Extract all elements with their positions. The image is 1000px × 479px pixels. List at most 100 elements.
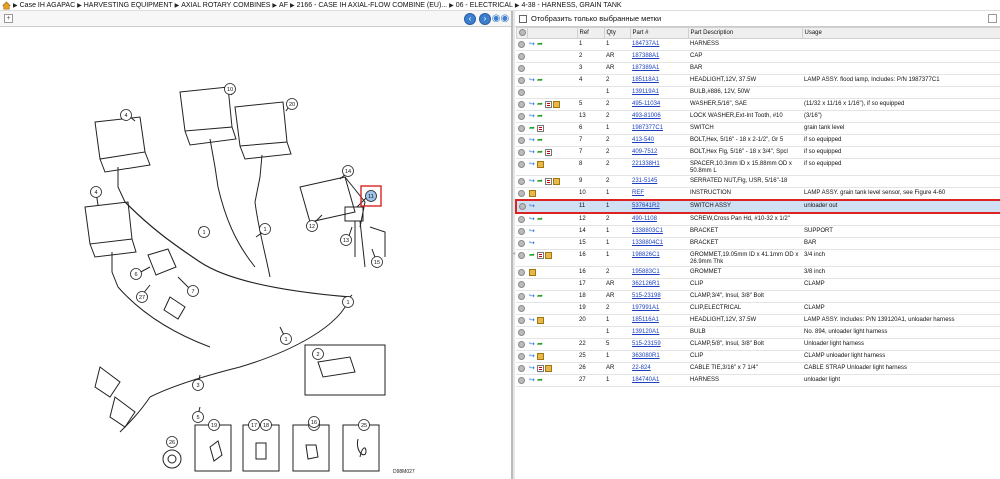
package-icon[interactable] [553,101,560,108]
callout-label[interactable]: 1 [202,230,205,236]
col-desc[interactable]: Part Description [687,27,803,39]
callout-label[interactable]: 10 [227,87,233,93]
info-arrow-icon[interactable]: ↪ [529,365,536,372]
table-row[interactable]: ↪ 20 1 185116A1 HEADLIGHT,12V, 37.5W LAMP ASS… [516,314,1000,327]
row-select-icon[interactable] [518,252,525,259]
part-number-link[interactable]: 413-540 [632,137,654,143]
part-number-link[interactable]: 409-7512 [632,149,657,155]
info-arrow-icon[interactable]: ↪ [529,137,536,144]
part-number-link[interactable]: 363080R1 [632,353,660,359]
document-icon[interactable] [537,252,544,259]
row-select-icon[interactable] [518,353,525,360]
exploded-diagram[interactable]: 1020441411121315762711113521917182225261… [0,27,512,479]
breadcrumb-item[interactable]: ▶ HARVESTING EQUIPMENT [77,2,173,9]
table-row[interactable]: ↪ ➦ 9 2 231-5145 SERRATED NUT,Flg, USR, 5/16"… [516,175,1000,188]
callout-label[interactable]: 15 [374,260,380,266]
part-number-link[interactable]: 139119A1 [632,89,659,95]
package-icon[interactable] [545,252,552,259]
package-icon[interactable] [553,178,560,185]
info-arrow-icon[interactable]: ↪ [529,317,536,324]
table-row[interactable]: ➦ 16 1 198826C1 GROMMET,19.05mm ID x 41.1mm … [516,249,1000,267]
part-number-link[interactable]: REF [632,190,644,196]
previous-button[interactable]: ‹ [464,12,476,25]
callout-label[interactable]: 16 [311,420,317,426]
part-number-link[interactable]: 1987377C1 [632,125,663,131]
table-row[interactable]: 2 AR 187388A1 CAP [516,50,1000,63]
row-select-icon[interactable] [518,377,525,384]
document-icon[interactable] [545,101,552,108]
breadcrumb-item[interactable]: ▶ AF [272,2,288,9]
part-number-link[interactable]: 22-824 [632,365,651,371]
table-row[interactable]: 3 AR 187389A1 BAR [516,62,1000,75]
substitute-arrow-icon[interactable]: ➦ [537,113,544,120]
table-row[interactable]: 1 139119A1 BULB,#886, 12V, 50W [516,86,1000,99]
callout-label[interactable]: 4 [94,190,97,196]
row-select-icon[interactable] [518,178,525,185]
callout-label[interactable]: 2 [316,352,319,358]
table-row[interactable]: ↪ ➦ 5 2 495-11034 WASHER,5/16", SAE (11/32 x 1… [516,98,1000,111]
part-number-link[interactable]: 184737A1 [632,41,659,47]
home-icon[interactable] [2,1,11,10]
col-usage[interactable]: Usage [801,27,1000,39]
substitute-arrow-icon[interactable]: ➦ [537,77,544,84]
table-row[interactable]: ↪ 26 AR 22-824 CABLE TIE,3/16" x 7 1/4" CABLE… [516,362,1000,375]
select-all-header[interactable] [515,27,528,39]
table-row[interactable]: ↪ 25 1 363080R1 CLIP CLAMP unloader light har… [516,350,1000,363]
document-icon[interactable] [545,149,552,156]
part-number-link[interactable]: 515-23159 [632,341,661,347]
row-select-icon[interactable] [518,41,525,48]
package-icon[interactable] [545,365,552,372]
part-number-link[interactable]: 197991A1 [632,305,659,311]
callout-label[interactable]: 19 [211,423,217,429]
table-row[interactable]: 10 1 REF INSTRUCTION LAMP ASSY. grain tank l… [516,187,1000,201]
col-ref[interactable]: Ref [576,27,605,39]
info-arrow-icon[interactable]: ↪ [529,293,536,300]
document-icon[interactable] [545,178,552,185]
callout-label[interactable]: 1 [346,300,349,306]
info-arrow-icon[interactable]: ↪ [529,178,536,185]
callout-label[interactable]: 14 [345,169,351,175]
info-arrow-icon[interactable]: ↪ [529,41,536,48]
callout-label[interactable]: 18 [263,423,269,429]
table-row[interactable]: ↪ ➦ 1 1 184737A1 HARNESS [516,38,1000,51]
package-icon[interactable] [529,190,536,197]
table-row[interactable]: ↪ ➦ 7 2 413-540 BOLT,Hex, 5/16" - 18 x 2-1/2"… [516,134,1000,147]
row-select-icon[interactable] [518,65,525,72]
row-select-icon[interactable] [518,269,525,276]
part-number-link[interactable]: 362126R1 [632,281,660,287]
callout-label[interactable]: 7 [191,289,194,295]
info-arrow-icon[interactable]: ↪ [529,377,536,384]
substitute-arrow-icon[interactable]: ➦ [537,341,544,348]
row-select-icon[interactable] [519,203,526,210]
info-arrow-icon[interactable]: ↪ [529,240,536,247]
row-select-icon[interactable] [518,113,525,120]
part-number-link[interactable]: 221338H1 [632,161,660,167]
part-number-link[interactable]: 1338804C1 [632,240,663,246]
package-icon[interactable] [529,269,536,276]
substitute-arrow-icon[interactable]: ➦ [537,137,544,144]
table-row[interactable]: 16 2 195883C1 GROMMET 3/8 inch [516,266,1000,279]
row-select-icon[interactable] [518,89,525,96]
part-number-link[interactable]: 185116A1 [632,317,659,323]
package-icon[interactable] [537,353,544,360]
table-row[interactable]: ↪ ➦ 27 1 184740A1 HARNESS unloader light [516,374,1000,387]
info-arrow-icon[interactable]: ↪ [529,77,536,84]
part-number-link[interactable]: 187388A1 [632,53,659,59]
table-row[interactable]: 17 AR 362126R1 CLIP CLAMP [516,278,1000,291]
callout-label[interactable]: 13 [343,238,349,244]
substitute-arrow-icon[interactable]: ➦ [529,252,536,259]
info-arrow-icon[interactable]: ↪ [529,216,536,223]
show-selected-only-checkbox[interactable] [519,14,527,23]
callout-label[interactable]: 4 [124,113,127,119]
row-select-icon[interactable] [518,341,525,348]
row-select-icon[interactable] [518,365,525,372]
substitute-arrow-icon[interactable]: ➦ [537,149,544,156]
callout-label[interactable]: 11 [368,194,374,200]
substitute-arrow-icon[interactable]: ➦ [537,178,544,185]
row-select-icon[interactable] [518,53,525,60]
part-number-link[interactable]: 490-1108 [632,216,657,222]
row-select-icon[interactable] [518,77,525,84]
substitute-arrow-icon[interactable]: ➦ [537,101,544,108]
column-settings-icon[interactable] [988,14,997,23]
part-number-link[interactable]: 187389A1 [632,65,659,71]
